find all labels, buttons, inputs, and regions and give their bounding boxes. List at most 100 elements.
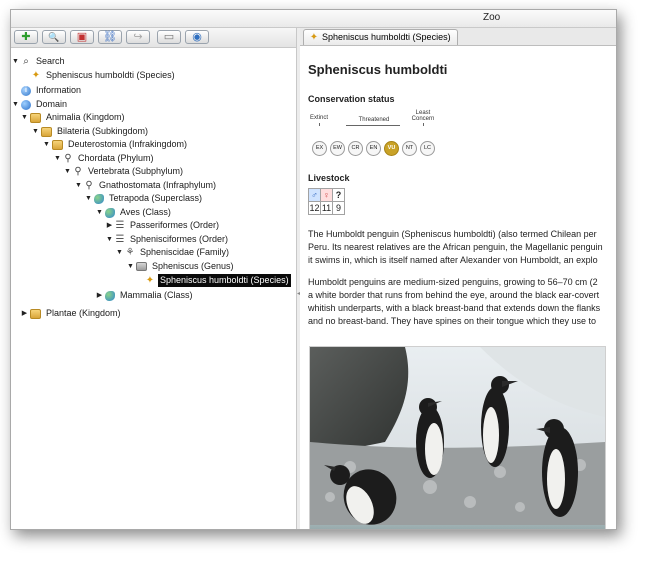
- tree-node-information[interactable]: i Information: [20, 84, 83, 97]
- article-content: Spheniscus humboldti Conservation status…: [308, 52, 616, 529]
- paragraph-line: it swims in, which is itself named after…: [308, 255, 598, 265]
- genus-icon: [136, 262, 147, 271]
- male-icon: ♂: [308, 188, 321, 202]
- status-ex: EX: [312, 141, 327, 156]
- collapse-toggle-icon[interactable]: ▼: [31, 125, 40, 138]
- tree-node-domain[interactable]: ▼ Domain: [11, 98, 69, 111]
- tree-node-label: Mammalia (Class): [120, 290, 193, 300]
- collapse-toggle-icon[interactable]: ▼: [115, 246, 124, 259]
- add-icon: ✚: [21, 31, 31, 43]
- tree-node-humboldti[interactable]: ✦ Spheniscus humboldti (Species): [144, 274, 291, 287]
- app-window: Zoo ✚ 🔍 ▣ ⛓ ↪ ▭ ◉ ▼ ⌕ Search ✦ Spheniscu…: [10, 9, 617, 530]
- paragraph-line: whitish underparts, with a black breast-…: [308, 303, 601, 313]
- tree-node-label: Animalia (Kingdom): [46, 112, 125, 122]
- tree-node-chordata[interactable]: ▼ ⚲ Chordata (Phylum): [53, 152, 156, 165]
- phylum-icon: ⚲: [64, 152, 72, 164]
- paragraph-line: a white border that runs from behind the…: [308, 290, 600, 300]
- right-pane: ✦ Spheniscus humboldti (Species) Sphenis…: [300, 28, 616, 529]
- tree-node-label: Information: [36, 85, 82, 95]
- tree-node-label: Vertebrata (Subphylum): [88, 166, 184, 176]
- tree-node-sphenisciformes[interactable]: ▼ ☰ Sphenisciformes (Order): [105, 233, 230, 246]
- tree-node-label: Plantae (Kingdom): [46, 308, 121, 318]
- threatened-bracket: [346, 125, 400, 126]
- collapse-toggle-icon[interactable]: ▼: [74, 179, 83, 192]
- tree-node-label: Spheniscus humboldti (Species): [46, 70, 175, 80]
- link-icon: ⛓: [103, 31, 117, 43]
- conservation-status-scale: Extinct Threatened Least Concern EX EW C…: [308, 110, 448, 156]
- expand-toggle-icon[interactable]: ▶: [105, 219, 114, 232]
- penguin-photo-illustration: [310, 347, 605, 529]
- window-title: Zoo: [483, 12, 501, 23]
- search-icon: 🔍: [48, 32, 60, 42]
- kingdom-icon: [30, 112, 41, 123]
- search-icon: ⌕: [23, 55, 29, 67]
- tree-node-label: Aves (Class): [120, 207, 171, 217]
- bookmark-icon: ▣: [76, 31, 88, 43]
- female-count: 11: [320, 201, 333, 215]
- livestock-heading: Livestock: [308, 173, 350, 183]
- eye-icon: ◉: [192, 31, 202, 43]
- extinct-label: Extinct: [309, 115, 328, 121]
- collapse-toggle-icon[interactable]: ▼: [63, 165, 72, 178]
- redo-button[interactable]: ↪: [126, 30, 150, 44]
- tree-node-bilateria[interactable]: ▼ Bilateria (Subkingdom): [31, 125, 150, 138]
- collapse-toggle-icon[interactable]: ▼: [105, 233, 114, 246]
- expand-toggle-icon[interactable]: ▶: [20, 307, 29, 320]
- species-icon: ✦: [309, 31, 319, 43]
- redo-icon: ↪: [133, 31, 143, 43]
- paragraph-line: Humboldt penguins are medium-sized pengu…: [308, 277, 598, 287]
- least-concern-bracket: [423, 123, 424, 126]
- article-paragraph-2: Humboldt penguins are medium-sized pengu…: [308, 276, 616, 328]
- collapse-toggle-icon[interactable]: ▼: [95, 206, 104, 219]
- collapse-toggle-icon[interactable]: ▼: [42, 138, 51, 151]
- tree-node-spheniscidae[interactable]: ▼ ⚘ Spheniscidae (Family): [115, 246, 231, 259]
- kingdom-icon: [30, 308, 41, 319]
- add-button[interactable]: ✚: [14, 30, 38, 44]
- threatened-label: Threatened: [358, 117, 390, 123]
- tree-node-label: Spheniscus (Genus): [152, 261, 234, 271]
- tree-node-label: Bilateria (Subkingdom): [57, 126, 149, 136]
- paragraph-line: Peru. Its nearest relatives are the Afri…: [308, 242, 603, 252]
- left-pane: ✚ 🔍 ▣ ⛓ ↪ ▭ ◉ ▼ ⌕ Search ✦ Spheniscus hu…: [11, 28, 297, 529]
- title-bar: Zoo: [11, 10, 616, 28]
- tree-node-mammalia[interactable]: ▶ Mammalia (Class): [95, 289, 195, 302]
- tree-node-tetrapoda[interactable]: ▼ Tetrapoda (Superclass): [84, 192, 204, 205]
- tree-node-label: Gnathostomata (Infraphylum): [99, 180, 217, 190]
- status-lc: LC: [420, 141, 435, 156]
- tree-node-label-selected: Spheniscus humboldti (Species): [158, 274, 291, 287]
- collapse-toggle-icon[interactable]: ▼: [20, 111, 29, 124]
- tree-node-spheniscus[interactable]: ▼ Spheniscus (Genus): [126, 260, 236, 273]
- expand-toggle-icon[interactable]: ▶: [95, 289, 104, 302]
- link-button[interactable]: ⛓: [98, 30, 122, 44]
- collapse-toggle-icon[interactable]: ▼: [11, 98, 20, 111]
- collapse-toggle-icon[interactable]: ▼: [11, 55, 20, 68]
- tree-node-label: Chordata (Phylum): [78, 153, 154, 163]
- tree-node-search[interactable]: ▼ ⌕ Search: [11, 55, 67, 68]
- bookmark-button[interactable]: ▣: [70, 30, 94, 44]
- status-vu-active: VU: [384, 141, 399, 156]
- unknown-count: 9: [332, 201, 345, 215]
- tree-node-gnathostomata[interactable]: ▼ ⚲ Gnathostomata (Infraphylum): [74, 179, 218, 192]
- eye-button[interactable]: ◉: [185, 30, 209, 44]
- folder-button[interactable]: ▭: [157, 30, 181, 44]
- tree-node-deuterostomia[interactable]: ▼ Deuterostomia (Infrakingdom): [42, 138, 189, 151]
- collapse-toggle-icon[interactable]: ▼: [53, 152, 62, 165]
- taxonomy-tree: ▼ ⌕ Search ✦ Spheniscus humboldti (Speci…: [11, 50, 296, 529]
- info-icon: i: [21, 85, 31, 96]
- search-button[interactable]: 🔍: [42, 30, 66, 44]
- collapse-toggle-icon[interactable]: ▼: [126, 260, 135, 273]
- tree-node-animalia[interactable]: ▼ Animalia (Kingdom): [20, 111, 127, 124]
- tree-node-vertebrata[interactable]: ▼ ⚲ Vertebrata (Subphylum): [63, 165, 185, 178]
- extinct-bracket: [319, 123, 320, 126]
- status-en: EN: [366, 141, 381, 156]
- subkingdom-icon: [41, 126, 52, 137]
- collapse-toggle-icon[interactable]: ▼: [84, 192, 93, 205]
- tab-species[interactable]: ✦ Spheniscus humboldti (Species): [303, 29, 458, 45]
- male-count: 12: [308, 201, 321, 215]
- class-icon: [105, 207, 115, 218]
- tree-node-plantae[interactable]: ▶ Plantae (Kingdom): [20, 307, 123, 320]
- tree-node-passeriformes[interactable]: ▶ ☰ Passeriformes (Order): [105, 219, 221, 232]
- class-icon: [105, 290, 115, 301]
- tree-node-aves[interactable]: ▼ Aves (Class): [95, 206, 173, 219]
- tree-node-search-result[interactable]: ✦ Spheniscus humboldti (Species): [30, 69, 177, 82]
